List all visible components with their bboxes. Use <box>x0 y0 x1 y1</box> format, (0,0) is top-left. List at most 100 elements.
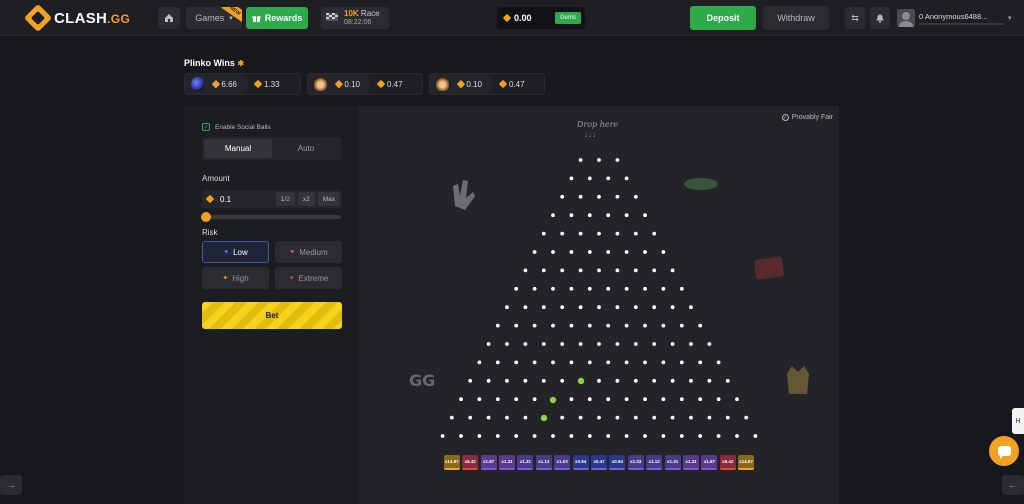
risk-extreme-button[interactable]: ✦ Extreme <box>275 267 342 289</box>
games-dropdown[interactable]: Games ▾ NEW <box>186 7 242 29</box>
peg <box>551 323 555 328</box>
deposit-button[interactable]: Deposit <box>690 6 756 30</box>
bell-icon <box>876 14 884 23</box>
win-card[interactable]: 0.10 0.47 <box>429 73 545 95</box>
balance-display[interactable]: 0.00 Gems <box>497 7 585 29</box>
gem-icon <box>456 79 465 89</box>
peg <box>615 305 620 310</box>
multiplier-slot: x1.31 <box>664 455 681 470</box>
logo[interactable]: CLASH.GG <box>23 3 131 33</box>
win-card[interactable]: 6.66 1.33 <box>184 73 301 95</box>
peg <box>532 360 537 365</box>
social-balls-label: Enable Social Balls <box>215 123 271 131</box>
peg <box>689 342 693 346</box>
peg <box>597 378 601 383</box>
peg <box>587 286 592 291</box>
peg <box>689 415 693 420</box>
tab-auto[interactable]: Auto <box>272 139 340 158</box>
peg <box>495 323 500 328</box>
peg <box>661 250 666 254</box>
multiplier-slot: x1.03 <box>554 455 571 470</box>
side-panel-tab[interactable]: H <box>1012 408 1024 434</box>
games-label: Games <box>195 13 225 23</box>
peg <box>523 268 528 273</box>
peg <box>468 415 473 420</box>
peg <box>652 231 657 236</box>
ball <box>577 377 585 385</box>
race-label: Race <box>360 9 380 18</box>
peg <box>523 342 528 346</box>
peg <box>523 378 528 383</box>
ball <box>549 396 557 404</box>
player-avatar-icon <box>314 77 327 91</box>
risk-high-button[interactable]: ✦ High <box>202 267 269 289</box>
peg <box>551 250 555 254</box>
peg <box>569 397 574 402</box>
logo-suffix: .GG <box>107 11 131 26</box>
max-button[interactable]: Max <box>317 192 340 206</box>
peg <box>661 323 666 328</box>
top-bar: CLASH.GG Games ▾ NEW Rewards 10K Race 08… <box>0 0 1024 36</box>
amount-slider[interactable] <box>201 212 341 222</box>
peg <box>532 323 537 328</box>
home-icon <box>165 14 173 22</box>
peg <box>505 415 509 420</box>
swap-button[interactable]: ⇆ <box>845 7 865 29</box>
expand-sidebar-button[interactable]: → <box>0 475 22 495</box>
peg <box>587 250 592 254</box>
peg <box>597 158 601 162</box>
user-menu[interactable]: 0 Anonymous6488... ▾ <box>897 7 1020 29</box>
plinko-board: ✓ Provably Fair Drop here ↓↓↓ GG x14.87 x… <box>359 106 839 504</box>
bet-button[interactable]: Bet <box>202 302 342 329</box>
peg <box>615 378 620 383</box>
double-button[interactable]: x2 <box>297 192 315 206</box>
notifications-button[interactable] <box>870 7 890 29</box>
chevron-down-icon: ▾ <box>1008 15 1012 22</box>
logo-text: CLASH <box>54 9 108 27</box>
checkbox-checked-icon[interactable]: ✓ <box>202 123 210 131</box>
peg <box>587 323 592 328</box>
gift-icon <box>252 15 261 22</box>
risk-low-button[interactable]: ✦ Low <box>202 241 269 263</box>
peg <box>560 231 565 236</box>
peg <box>597 194 601 199</box>
multiplier-slot: x0.47 <box>591 455 607 470</box>
peg <box>532 286 537 291</box>
peg <box>624 360 629 365</box>
peg <box>514 397 519 402</box>
win-card[interactable]: 0.10 0.47 <box>307 73 423 95</box>
peg <box>606 323 611 328</box>
peg <box>551 434 555 438</box>
peg <box>587 176 592 181</box>
rewards-button[interactable]: Rewards <box>246 7 308 29</box>
social-balls-toggle[interactable]: ✓ Enable Social Balls <box>202 123 271 131</box>
peg <box>661 286 666 291</box>
peg <box>587 360 592 365</box>
home-button[interactable] <box>158 7 180 29</box>
race-widget[interactable]: 10K Race 08:22:06 <box>321 7 389 29</box>
peg <box>606 250 611 254</box>
peg <box>495 360 500 365</box>
tab-manual[interactable]: Manual <box>204 139 272 158</box>
amount-input[interactable]: 0.1 1/2 x2 Max <box>202 190 342 208</box>
gem-icon <box>334 79 343 89</box>
amount-value[interactable]: 0.1 <box>220 195 231 204</box>
withdraw-button[interactable]: Withdraw <box>763 6 829 30</box>
peg <box>578 194 583 199</box>
risk-medium-button[interactable]: ✦ Medium <box>275 241 342 263</box>
half-button[interactable]: 1/2 <box>275 192 295 206</box>
slider-handle[interactable] <box>201 212 211 222</box>
peg <box>459 434 463 438</box>
peg <box>624 434 629 438</box>
multiplier-slot: x0.94 <box>572 455 589 470</box>
collapse-chat-button[interactable]: ← <box>1002 475 1024 495</box>
peg <box>652 305 657 310</box>
gem-icon <box>253 79 263 89</box>
chat-button[interactable] <box>989 436 1019 466</box>
peg <box>569 360 574 365</box>
peg <box>587 213 592 218</box>
diamond-icon: ✦ <box>222 275 229 282</box>
peg <box>560 268 565 273</box>
peg <box>541 342 546 346</box>
peg <box>679 323 684 328</box>
